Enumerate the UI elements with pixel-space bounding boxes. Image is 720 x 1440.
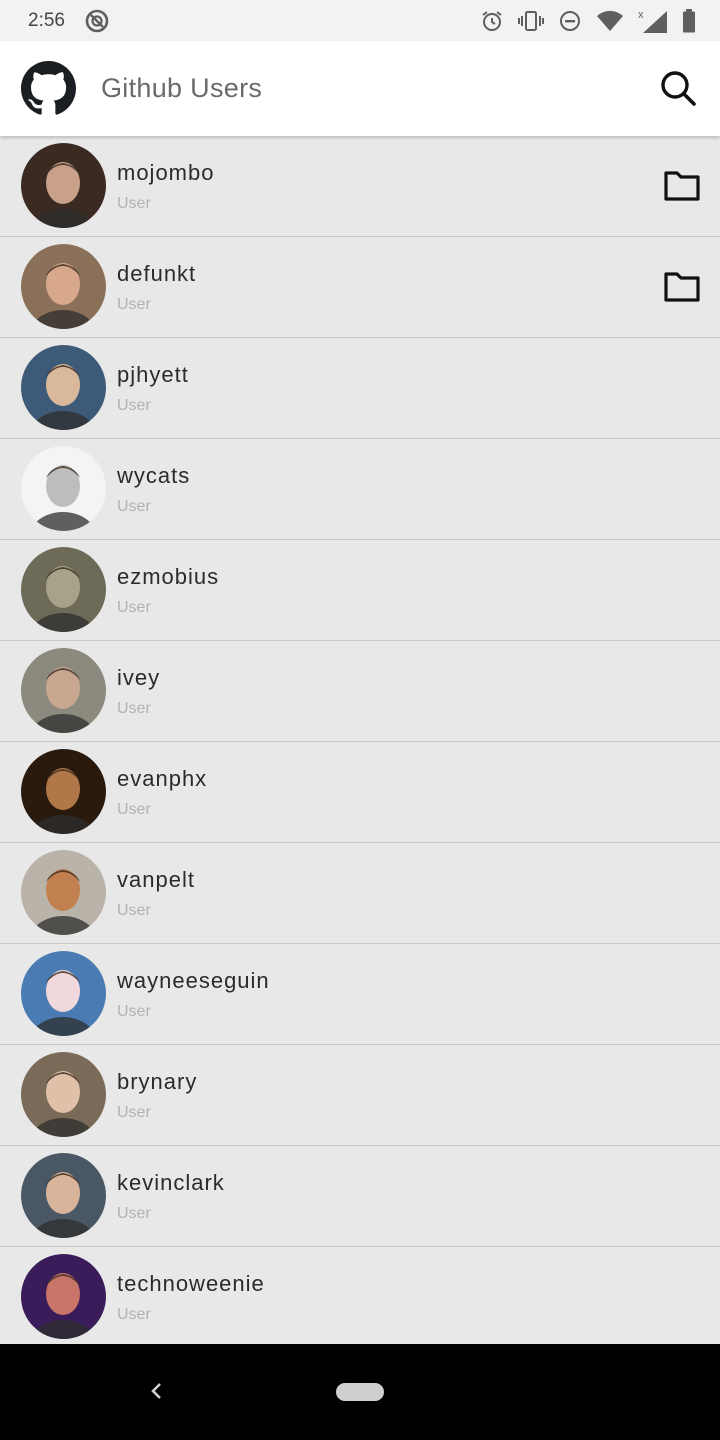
do-not-disturb-icon — [558, 9, 582, 33]
user-list-item[interactable]: wycats User — [0, 439, 720, 540]
status-time: 2:56 — [28, 9, 65, 31]
github-logo-icon — [21, 61, 76, 116]
avatar — [21, 547, 106, 632]
folder-icon[interactable] — [662, 168, 702, 204]
avatar — [21, 244, 106, 329]
user-list-item[interactable]: brynary User — [0, 1045, 720, 1146]
home-button[interactable] — [336, 1383, 384, 1401]
user-login: pjhyett — [117, 362, 189, 387]
avatar — [21, 1153, 106, 1238]
user-login: ivey — [117, 665, 161, 690]
search-button[interactable] — [654, 65, 702, 113]
user-type-label: User — [117, 397, 151, 414]
user-login: technoweenie — [117, 1271, 265, 1296]
avatar — [21, 1254, 106, 1339]
status-bar: 2:56 x — [0, 0, 720, 41]
back-button[interactable] — [146, 1376, 166, 1406]
user-list-item[interactable]: defunkt User — [0, 237, 720, 338]
app-bar: Github Users — [0, 41, 720, 136]
user-type-label: User — [117, 902, 151, 919]
avatar — [21, 749, 106, 834]
user-type-label: User — [117, 1205, 151, 1222]
user-type-label: User — [117, 700, 151, 717]
folder-icon[interactable] — [662, 269, 702, 305]
user-list-item[interactable]: ezmobius User — [0, 540, 720, 641]
search-icon — [661, 71, 696, 106]
signal-icon: x — [638, 8, 668, 34]
user-list-item[interactable]: evanphx User — [0, 742, 720, 843]
alarm-icon — [480, 9, 504, 33]
user-login: wayneeseguin — [117, 968, 270, 993]
avatar — [21, 850, 106, 935]
user-list: mojombo User defunkt User pjhyett User wycats U… — [0, 136, 720, 1344]
svg-text:x: x — [638, 9, 644, 21]
avatar — [21, 446, 106, 531]
user-type-label: User — [117, 498, 151, 515]
vibrate-icon — [518, 9, 544, 33]
avatar — [21, 1052, 106, 1137]
user-list-item[interactable]: wayneeseguin User — [0, 944, 720, 1045]
user-list-item[interactable]: mojombo User — [0, 136, 720, 237]
user-list-item[interactable]: ivey User — [0, 641, 720, 742]
user-type-label: User — [117, 599, 151, 616]
battery-icon — [682, 8, 696, 33]
user-type-label: User — [117, 1104, 151, 1121]
back-chevron-icon — [151, 1383, 161, 1399]
user-login: evanphx — [117, 766, 208, 791]
no-sim-app-icon — [85, 9, 109, 33]
wifi-icon — [596, 10, 624, 32]
page-title: Github Users — [101, 73, 263, 103]
user-login: brynary — [117, 1069, 198, 1094]
user-login: kevinclark — [117, 1170, 225, 1195]
user-type-label: User — [117, 801, 151, 818]
user-type-label: User — [117, 296, 151, 313]
user-login: vanpelt — [117, 867, 195, 892]
user-login: mojombo — [117, 160, 215, 185]
user-type-label: User — [117, 1306, 151, 1323]
avatar — [21, 648, 106, 733]
avatar — [21, 345, 106, 430]
user-list-item[interactable]: pjhyett User — [0, 338, 720, 439]
user-login: wycats — [117, 463, 191, 488]
user-type-label: User — [117, 195, 151, 212]
user-list-item[interactable]: kevinclark User — [0, 1146, 720, 1247]
user-list-item[interactable]: vanpelt User — [0, 843, 720, 944]
avatar — [21, 143, 106, 228]
avatar — [21, 951, 106, 1036]
user-login: ezmobius — [117, 564, 220, 589]
navigation-bar — [0, 1344, 720, 1440]
user-type-label: User — [117, 1003, 151, 1020]
user-login: defunkt — [117, 261, 197, 286]
user-list-item[interactable]: technoweenie User — [0, 1247, 720, 1344]
